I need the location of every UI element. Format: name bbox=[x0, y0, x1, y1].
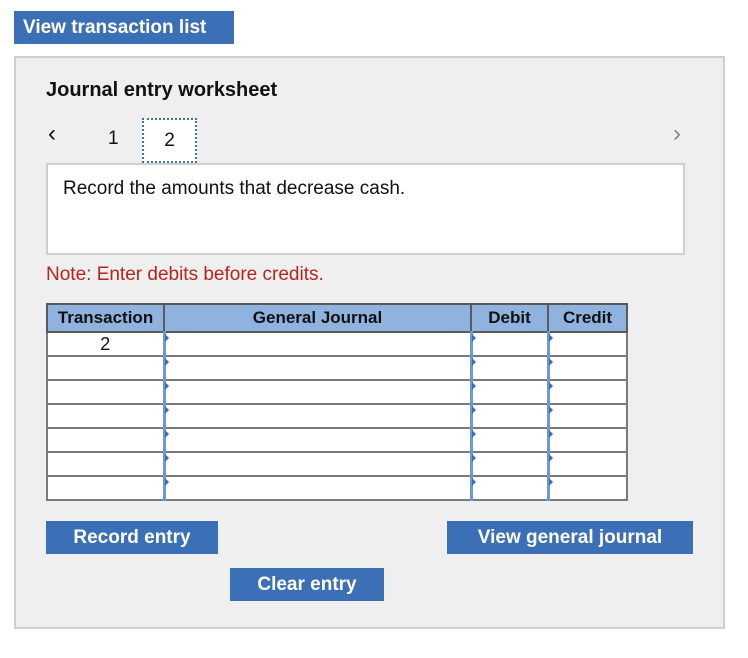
view-transaction-list-button[interactable]: View transaction list bbox=[14, 11, 234, 44]
page-tab-2[interactable]: 2 bbox=[142, 118, 197, 163]
transaction-cell: 2 bbox=[46, 331, 165, 357]
credit-input[interactable] bbox=[546, 451, 628, 477]
credit-input[interactable] bbox=[546, 355, 628, 381]
table-header-row: Transaction General Journal Debit Credit bbox=[46, 303, 628, 333]
debit-input[interactable] bbox=[469, 451, 549, 477]
instruction-text: Record the amounts that decrease cash. bbox=[63, 178, 406, 199]
credit-input[interactable] bbox=[546, 403, 628, 429]
transaction-cell bbox=[46, 451, 165, 477]
clear-entry-button[interactable]: Clear entry bbox=[230, 568, 384, 601]
debit-input[interactable] bbox=[469, 475, 549, 501]
general-journal-input[interactable] bbox=[162, 355, 472, 381]
table-row: 2 bbox=[46, 331, 628, 357]
general-journal-input[interactable] bbox=[162, 379, 472, 405]
transaction-cell bbox=[46, 427, 165, 453]
journal-entry-table: Transaction General Journal Debit Credit… bbox=[46, 303, 628, 501]
credit-input[interactable] bbox=[546, 427, 628, 453]
table-row bbox=[46, 403, 628, 429]
transaction-cell bbox=[46, 355, 165, 381]
debit-input[interactable] bbox=[469, 331, 549, 357]
chevron-right-icon[interactable]: › bbox=[673, 120, 681, 148]
credit-input[interactable] bbox=[546, 331, 628, 357]
credit-input[interactable] bbox=[546, 379, 628, 405]
table-row bbox=[46, 427, 628, 453]
debit-input[interactable] bbox=[469, 355, 549, 381]
table-row bbox=[46, 451, 628, 477]
table-row bbox=[46, 379, 628, 405]
chevron-left-icon[interactable]: ‹ bbox=[48, 120, 56, 148]
general-journal-input[interactable] bbox=[162, 331, 472, 357]
debit-input[interactable] bbox=[469, 427, 549, 453]
general-journal-input[interactable] bbox=[162, 427, 472, 453]
transaction-cell bbox=[46, 475, 165, 501]
note-text: Note: Enter debits before credits. bbox=[46, 264, 324, 285]
debit-input[interactable] bbox=[469, 403, 549, 429]
debit-input[interactable] bbox=[469, 379, 549, 405]
transaction-cell bbox=[46, 379, 165, 405]
general-journal-header: General Journal bbox=[163, 303, 472, 333]
general-journal-input[interactable] bbox=[162, 475, 472, 501]
credit-input[interactable] bbox=[546, 475, 628, 501]
general-journal-input[interactable] bbox=[162, 403, 472, 429]
general-journal-input[interactable] bbox=[162, 451, 472, 477]
transaction-cell bbox=[46, 403, 165, 429]
view-general-journal-button[interactable]: View general journal bbox=[447, 521, 693, 554]
page-tab-1[interactable]: 1 bbox=[108, 128, 119, 150]
instruction-box: Record the amounts that decrease cash. bbox=[46, 163, 685, 255]
transaction-header: Transaction bbox=[46, 303, 165, 333]
table-row bbox=[46, 355, 628, 381]
debit-header: Debit bbox=[470, 303, 549, 333]
worksheet-title: Journal entry worksheet bbox=[46, 79, 278, 101]
table-row bbox=[46, 475, 628, 501]
credit-header: Credit bbox=[547, 303, 628, 333]
record-entry-button[interactable]: Record entry bbox=[46, 521, 218, 554]
